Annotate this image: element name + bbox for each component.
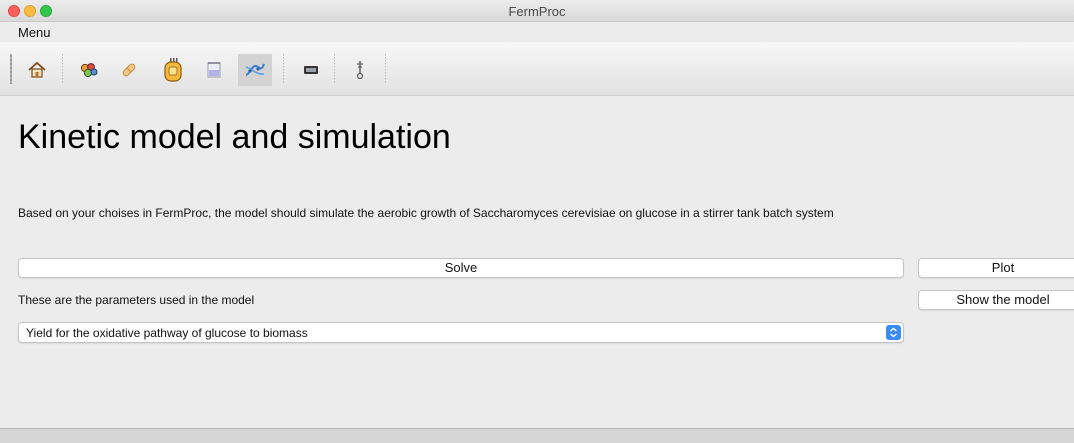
status-bar xyxy=(0,428,1074,443)
window-title: FermProc xyxy=(508,4,566,19)
cells-icon xyxy=(80,63,98,78)
title-bar: FermProc xyxy=(0,0,1074,22)
toolbar-kinetic-model-button[interactable] xyxy=(238,54,272,86)
toolbar-separator xyxy=(334,54,335,84)
beaker-icon xyxy=(207,62,221,78)
capsule-icon xyxy=(122,63,136,77)
toolbar xyxy=(0,42,1074,96)
display-icon xyxy=(304,66,318,74)
toolbar-home-button[interactable] xyxy=(22,54,52,86)
updown-chevron-icon xyxy=(890,327,897,338)
solve-button[interactable]: Solve xyxy=(18,258,904,278)
menu-item-menu[interactable]: Menu xyxy=(18,25,51,40)
toolbar-probe-button[interactable] xyxy=(345,54,375,86)
home-icon xyxy=(28,61,46,78)
parameter-select[interactable]: Yield for the oxidative pathway of gluco… xyxy=(18,322,904,343)
toolbar-separator xyxy=(283,54,284,84)
toolbar-capsule-button[interactable] xyxy=(114,54,144,86)
plot-button[interactable]: Plot xyxy=(918,258,1074,278)
toolbar-beaker-button[interactable] xyxy=(199,54,229,86)
page-title: Kinetic model and simulation xyxy=(18,118,451,156)
select-stepper-icon[interactable] xyxy=(886,325,901,340)
app-window: FermProc Menu Kinetic model and simulati… xyxy=(0,0,1074,443)
toolbar-grip[interactable] xyxy=(10,54,12,84)
parameters-label: These are the parameters used in the mod… xyxy=(18,293,255,307)
toolbar-separator xyxy=(62,54,63,84)
bioreactor-icon xyxy=(164,58,182,82)
parameter-select-value: Yield for the oxidative pathway of gluco… xyxy=(26,326,308,340)
toolbar-bioreactor-button[interactable] xyxy=(158,54,188,86)
toolbar-separator xyxy=(385,54,386,84)
menu-bar: Menu xyxy=(0,22,1074,42)
kinetic-model-icon xyxy=(245,63,265,76)
model-description: Based on your choises in FermProc, the m… xyxy=(18,206,834,220)
show-model-button[interactable]: Show the model xyxy=(918,290,1074,310)
probe-icon xyxy=(356,61,364,80)
toolbar-display-button[interactable] xyxy=(296,54,326,86)
toolbar-cells-button[interactable] xyxy=(74,54,104,86)
